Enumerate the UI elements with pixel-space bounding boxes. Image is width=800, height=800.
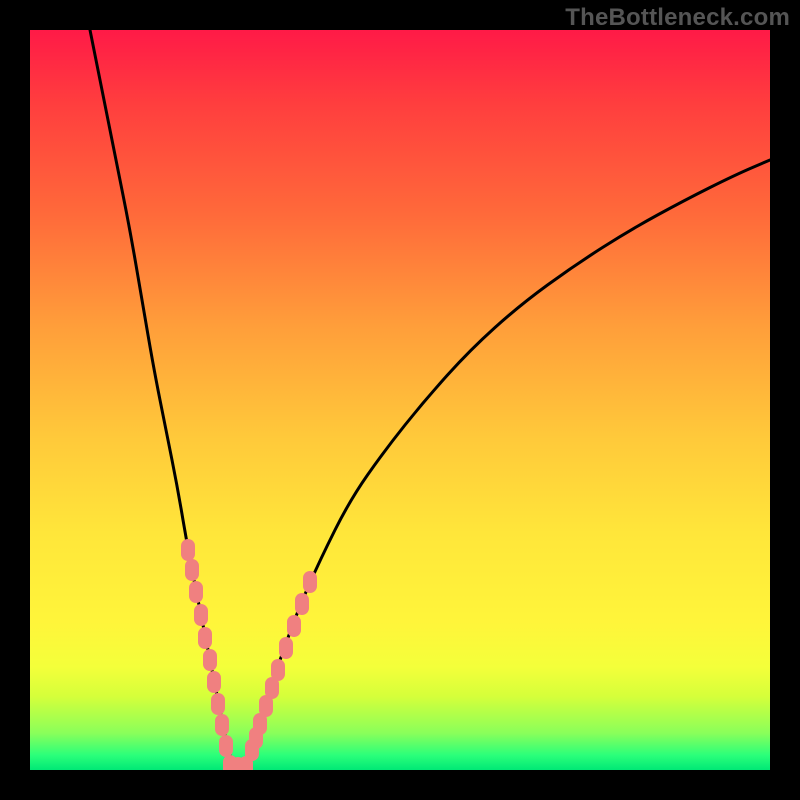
scatter-point xyxy=(279,637,293,659)
scatter-layer xyxy=(181,539,317,770)
chart-svg xyxy=(30,30,770,770)
chart-frame: TheBottleneck.com xyxy=(0,0,800,800)
scatter-point xyxy=(215,714,229,736)
scatter-point xyxy=(185,559,199,581)
scatter-point xyxy=(181,539,195,561)
scatter-point xyxy=(271,659,285,681)
curves-layer xyxy=(90,30,770,770)
scatter-point xyxy=(287,615,301,637)
scatter-point xyxy=(189,581,203,603)
scatter-point xyxy=(194,604,208,626)
scatter-point xyxy=(295,593,309,615)
scatter-point xyxy=(198,627,212,649)
curve-right-branch xyxy=(245,160,770,770)
scatter-point xyxy=(211,693,225,715)
scatter-point xyxy=(207,671,221,693)
scatter-point xyxy=(203,649,217,671)
scatter-point xyxy=(239,756,253,770)
scatter-point xyxy=(219,735,233,757)
plot-area xyxy=(30,30,770,770)
scatter-point xyxy=(303,571,317,593)
watermark-text: TheBottleneck.com xyxy=(565,4,790,32)
